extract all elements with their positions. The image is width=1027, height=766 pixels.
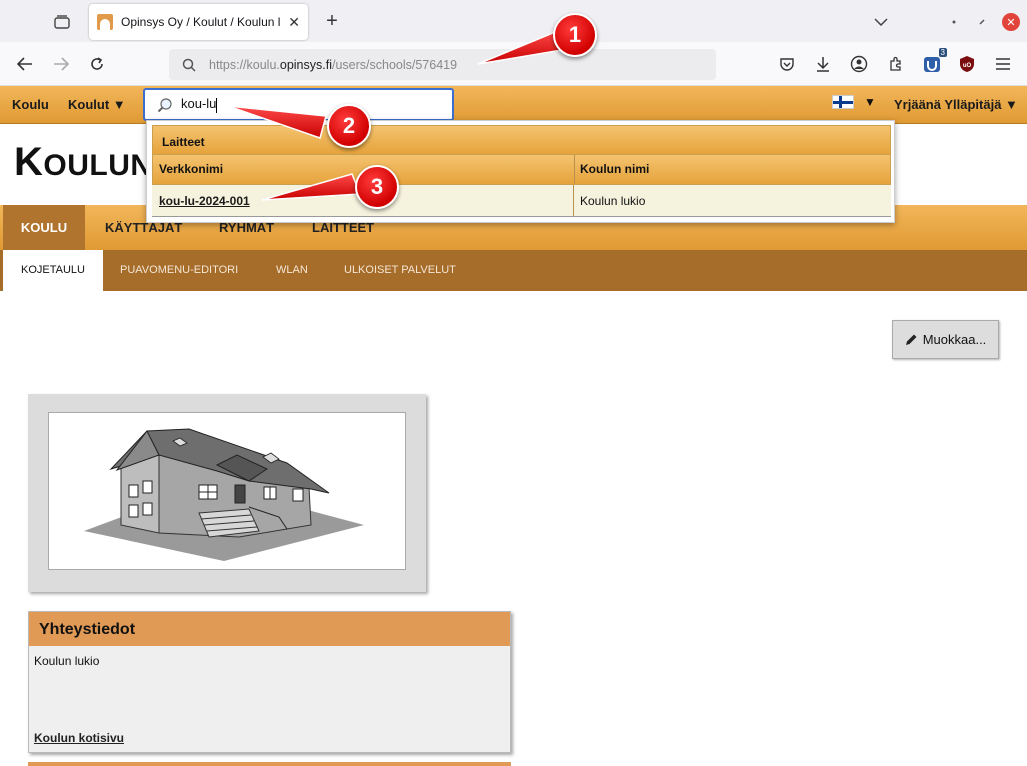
tab-overflow-chevron-icon[interactable] xyxy=(872,12,890,32)
language-dropdown-arrow: ▼ xyxy=(864,95,876,109)
text-caret xyxy=(216,97,218,113)
school-homepage-link[interactable]: Koulun kotisivu xyxy=(34,731,124,745)
back-button[interactable] xyxy=(12,52,38,76)
window-close-button[interactable]: ✕ xyxy=(1001,12,1021,32)
url-text: https://koulu.opinsys.fi/users/schools/5… xyxy=(209,57,458,72)
callout-3: 3 xyxy=(355,165,399,209)
school-image xyxy=(48,412,406,570)
pencil-icon xyxy=(905,334,917,345)
tab-list-icon[interactable] xyxy=(48,10,76,34)
user-menu[interactable]: Yrjäänä Ylläpitäjä ▼ xyxy=(894,97,1018,112)
tab-title: Opinsys Oy / Koulut / Koulun lukio xyxy=(121,15,281,29)
subtab-puavomenu-editori[interactable]: PUAVOMENU-EDITORI xyxy=(120,250,238,291)
callout-1: 1 xyxy=(553,13,597,57)
next-card-edge xyxy=(28,762,511,766)
page-title: KOULUN xyxy=(14,140,153,184)
contact-card-title: Yhteystiedot xyxy=(29,612,510,646)
address-bar[interactable]: https://koulu.opinsys.fi/users/schools/5… xyxy=(169,49,716,80)
extension-shield-icon[interactable]: 3 xyxy=(922,48,947,74)
nav-koulut-menu[interactable]: Koulut ▼ xyxy=(68,97,126,112)
column-header-hostname: Verkkonimi xyxy=(159,162,224,176)
forward-button[interactable] xyxy=(48,52,74,76)
callout-2: 2 xyxy=(327,104,371,148)
column-divider xyxy=(574,155,575,184)
language-selector[interactable]: ▼ xyxy=(832,95,876,109)
close-icon: ✕ xyxy=(1002,13,1020,31)
maximize-icon[interactable] xyxy=(973,12,991,32)
tab-koulu[interactable]: KOULU xyxy=(3,205,85,250)
browser-window: Opinsys Oy / Koulut / Koulun lukio ✕ + ✕ xyxy=(0,0,1027,766)
search-field[interactable]: kou-lu xyxy=(143,88,454,121)
subtab-ulkoiset-palvelut[interactable]: ULKOISET PALVELUT xyxy=(344,250,456,291)
browser-tab[interactable]: Opinsys Oy / Koulut / Koulun lukio ✕ xyxy=(89,4,308,40)
sub-tabs: KOJETAULU PUAVOMENU-EDITORI WLAN ULKOISE… xyxy=(0,250,1027,291)
account-icon[interactable] xyxy=(849,54,869,74)
minimize-icon[interactable] xyxy=(945,12,963,32)
new-tab-button[interactable]: + xyxy=(320,8,344,34)
subtab-wlan[interactable]: WLAN xyxy=(276,250,308,291)
tab-strip: Opinsys Oy / Koulut / Koulun lukio ✕ + ✕ xyxy=(0,0,1027,42)
menu-hamburger-icon[interactable] xyxy=(993,54,1013,74)
pocket-icon[interactable] xyxy=(777,54,797,74)
school-image-panel xyxy=(28,394,426,592)
subtab-kojetaulu[interactable]: KOJETAULU xyxy=(3,250,103,291)
edit-button[interactable]: Muokkaa... xyxy=(892,320,999,359)
reload-button[interactable] xyxy=(84,52,110,76)
search-input[interactable]: kou-lu xyxy=(181,96,218,113)
results-section-header: Laitteet xyxy=(152,125,891,155)
extensions-icon[interactable] xyxy=(886,54,906,74)
edit-button-label: Muokkaa... xyxy=(922,332,987,347)
download-icon[interactable] xyxy=(813,54,833,74)
search-icon xyxy=(169,58,209,72)
column-divider xyxy=(573,185,574,216)
site-header: Koulu Koulut ▼ kou-lu ▼ Yrjäänä Ylläpitä… xyxy=(0,86,1027,124)
finland-flag-icon xyxy=(832,95,854,109)
magnifier-icon xyxy=(155,97,175,113)
nav-koulu-link[interactable]: Koulu xyxy=(12,97,49,112)
ublock-icon[interactable]: uO xyxy=(957,54,977,74)
result-school-name: Koulun lukio xyxy=(580,194,646,208)
house-illustration xyxy=(84,428,364,561)
svg-text:uO: uO xyxy=(963,63,972,69)
result-hostname-link[interactable]: kou-lu-2024-001 xyxy=(154,185,250,217)
search-results-dropdown: Laitteet Verkkonimi Koulun nimi kou-lu-2… xyxy=(146,120,895,223)
tab-close-icon[interactable]: ✕ xyxy=(288,14,300,31)
site-favicon-icon xyxy=(97,14,113,30)
result-row[interactable]: kou-lu-2024-001 Koulun lukio xyxy=(152,185,891,217)
column-header-school: Koulun nimi xyxy=(580,162,650,176)
school-name-text: Koulun lukio xyxy=(34,654,100,668)
browser-toolbar: https://koulu.opinsys.fi/users/schools/5… xyxy=(0,42,1027,86)
contact-card: Yhteystiedot Koulun lukio Koulun kotisiv… xyxy=(28,611,511,753)
extension-badge: 3 xyxy=(938,48,947,57)
results-column-headers: Verkkonimi Koulun nimi xyxy=(152,155,891,185)
